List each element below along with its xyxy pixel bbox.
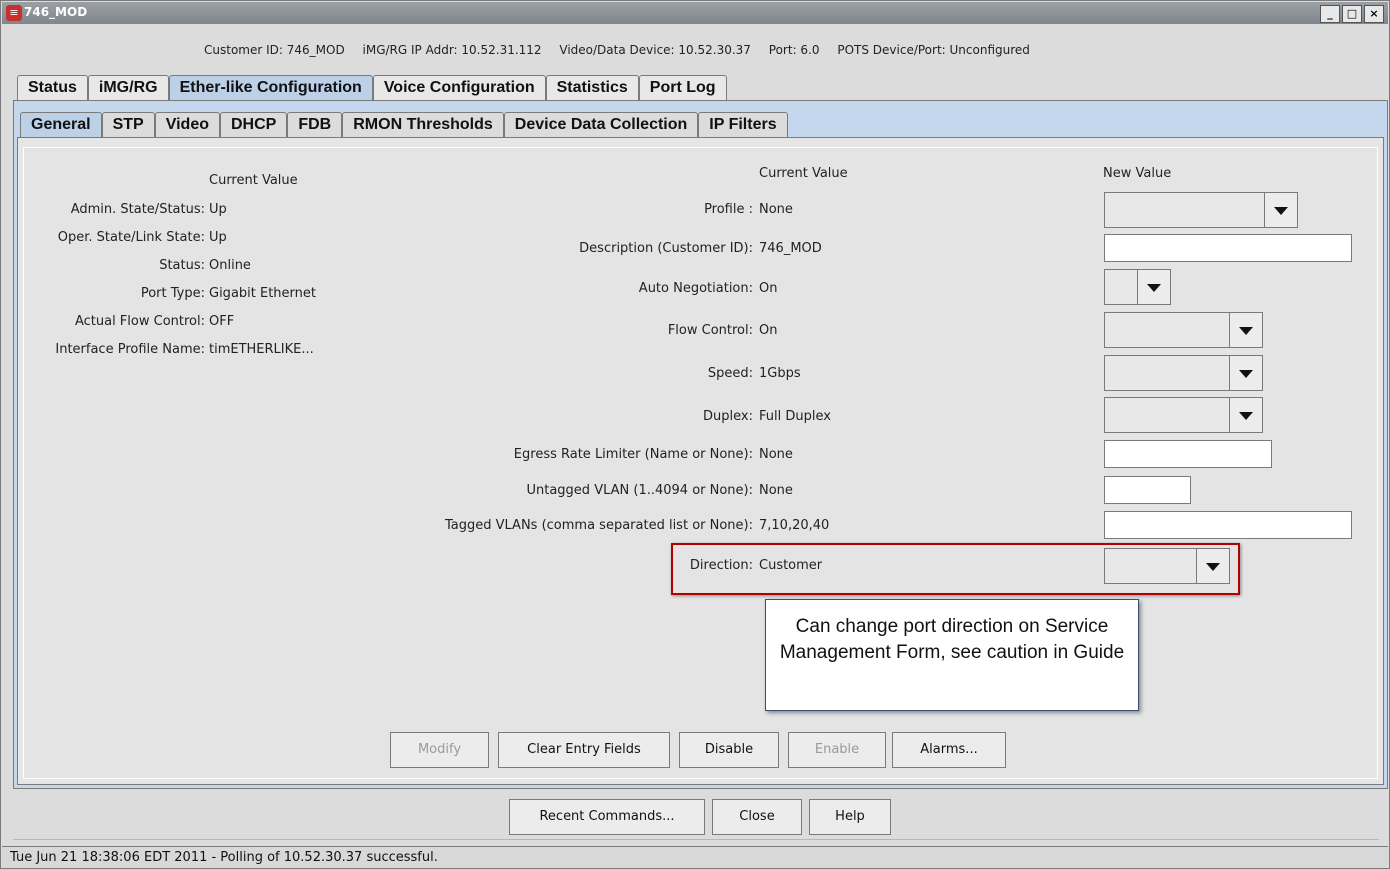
profile-select-arrow[interactable] xyxy=(1264,193,1297,227)
untagged-vlan-input[interactable] xyxy=(1104,476,1191,504)
tab-port-log[interactable]: Port Log xyxy=(638,75,727,100)
chevron-down-icon xyxy=(1274,207,1288,215)
title-bar: ≡ 746_MOD _ □ × xyxy=(2,2,1388,24)
right-current-value-header: Current Value xyxy=(759,166,848,181)
egress-rate-limiter-value: None xyxy=(759,447,793,462)
tab-device-data-collection[interactable]: Device Data Collection xyxy=(503,112,699,137)
flow-control-value: On xyxy=(759,323,778,338)
window-controls: _ □ × xyxy=(1320,5,1384,23)
untagged-vlan-label: Untagged VLAN (1..4094 or None): xyxy=(526,483,753,498)
tab-rmon-thresholds[interactable]: RMON Thresholds xyxy=(342,112,504,137)
admin-state-label: Admin. State/Status: xyxy=(70,202,205,217)
modify-button[interactable]: Modify xyxy=(390,732,489,768)
status-label: Status: xyxy=(159,258,205,273)
disable-button[interactable]: Disable xyxy=(679,732,779,768)
flow-control-select-arrow[interactable] xyxy=(1229,313,1262,347)
tab-ip-filters[interactable]: IP Filters xyxy=(698,112,788,137)
customer-id-info: Customer ID: 746_MOD xyxy=(204,43,345,57)
flow-control-select[interactable] xyxy=(1104,312,1263,348)
egress-rate-limiter-label: Egress Rate Limiter (Name or None): xyxy=(513,447,753,462)
new-value-header: New Value xyxy=(1103,166,1172,181)
auto-negotiation-select[interactable] xyxy=(1104,269,1171,305)
duplex-select-arrow[interactable] xyxy=(1229,398,1262,432)
untagged-vlan-value: None xyxy=(759,483,793,498)
chevron-down-icon xyxy=(1239,327,1253,335)
minimize-button[interactable]: _ xyxy=(1320,5,1340,23)
maximize-button[interactable]: □ xyxy=(1342,5,1362,23)
tab-video[interactable]: Video xyxy=(154,112,220,137)
app-icon: ≡ xyxy=(6,5,22,21)
direction-callout: Can change port direction on Service Man… xyxy=(765,599,1139,711)
chevron-down-icon xyxy=(1239,412,1253,420)
tagged-vlans-label: Tagged VLANs (comma separated list or No… xyxy=(444,518,753,533)
port-type-label: Port Type: xyxy=(140,286,205,301)
actual-flow-control-value: OFF xyxy=(209,314,235,329)
tagged-vlans-input[interactable] xyxy=(1104,511,1352,539)
help-button[interactable]: Help xyxy=(809,799,891,835)
port-type-value: Gigabit Ethernet xyxy=(209,286,316,301)
tab-ether-like-configuration[interactable]: Ether-like Configuration xyxy=(168,75,373,100)
sub-tab-strip: General STP Video DHCP FDB RMON Threshol… xyxy=(20,112,788,137)
direction-highlight-box xyxy=(671,543,1240,595)
speed-value: 1Gbps xyxy=(759,366,801,381)
clear-entry-fields-button[interactable]: Clear Entry Fields xyxy=(498,732,670,768)
device-info-bar: Customer ID: 746_MOD iMG/RG IP Addr: 10.… xyxy=(204,43,1044,57)
duplex-value: Full Duplex xyxy=(759,409,831,424)
left-current-value-header: Current Value xyxy=(209,173,298,188)
description-input[interactable] xyxy=(1104,234,1352,262)
oper-state-value: Up xyxy=(209,230,227,245)
divider xyxy=(13,839,1379,840)
pots-info: POTS Device/Port: Unconfigured xyxy=(837,43,1030,57)
tab-stp[interactable]: STP xyxy=(101,112,155,137)
tab-voice-configuration[interactable]: Voice Configuration xyxy=(372,75,546,100)
egress-rate-limiter-input[interactable] xyxy=(1104,440,1272,468)
window-title: 746_MOD xyxy=(24,5,88,19)
auto-negotiation-value: On xyxy=(759,281,778,296)
profile-value: None xyxy=(759,202,793,217)
chevron-down-icon xyxy=(1147,284,1161,292)
chevron-down-icon xyxy=(1239,370,1253,378)
auto-negotiation-select-arrow[interactable] xyxy=(1137,270,1170,304)
interface-profile-name-label: Interface Profile Name: xyxy=(55,342,205,357)
top-tab-strip: Status iMG/RG Ether-like Configuration V… xyxy=(17,75,727,100)
admin-state-value: Up xyxy=(209,202,227,217)
tab-dhcp[interactable]: DHCP xyxy=(220,112,288,137)
description-value: 746_MOD xyxy=(759,241,822,256)
profile-select[interactable] xyxy=(1104,192,1298,228)
auto-negotiation-label: Auto Negotiation: xyxy=(638,281,753,296)
tab-statistics[interactable]: Statistics xyxy=(545,75,639,100)
oper-state-label: Oper. State/Link State: xyxy=(57,230,205,245)
img-ip-info: iMG/RG IP Addr: 10.52.31.112 xyxy=(362,43,542,57)
speed-label: Speed: xyxy=(707,366,753,381)
video-data-device-info: Video/Data Device: 10.52.30.37 xyxy=(559,43,751,57)
status-bar: Tue Jun 21 18:38:06 EDT 2011 - Polling o… xyxy=(2,846,1388,868)
actual-flow-control-label: Actual Flow Control: xyxy=(74,314,205,329)
speed-select[interactable] xyxy=(1104,355,1263,391)
duplex-label: Duplex: xyxy=(703,409,753,424)
flow-control-label: Flow Control: xyxy=(667,323,753,338)
tagged-vlans-value: 7,10,20,40 xyxy=(759,518,830,533)
callout-text: Can change port direction on Service Man… xyxy=(779,616,1125,663)
tab-fdb[interactable]: FDB xyxy=(287,112,343,137)
close-window-button[interactable]: × xyxy=(1364,5,1384,23)
interface-profile-name-value: timETHERLIKE... xyxy=(209,342,314,357)
tab-general[interactable]: General xyxy=(20,112,102,137)
tab-status[interactable]: Status xyxy=(17,75,88,100)
description-label: Description (Customer ID): xyxy=(579,241,753,256)
port-info: Port: 6.0 xyxy=(768,43,820,57)
speed-select-arrow[interactable] xyxy=(1229,356,1262,390)
alarms-button[interactable]: Alarms... xyxy=(892,732,1006,768)
enable-button[interactable]: Enable xyxy=(788,732,886,768)
duplex-select[interactable] xyxy=(1104,397,1263,433)
close-button[interactable]: Close xyxy=(712,799,802,835)
main-window: ≡ 746_MOD _ □ × Customer ID: 746_MOD iMG… xyxy=(0,0,1390,869)
recent-commands-button[interactable]: Recent Commands... xyxy=(509,799,705,835)
status-value: Online xyxy=(209,258,251,273)
tab-img-rg[interactable]: iMG/RG xyxy=(87,75,169,100)
profile-label: Profile : xyxy=(704,202,753,217)
